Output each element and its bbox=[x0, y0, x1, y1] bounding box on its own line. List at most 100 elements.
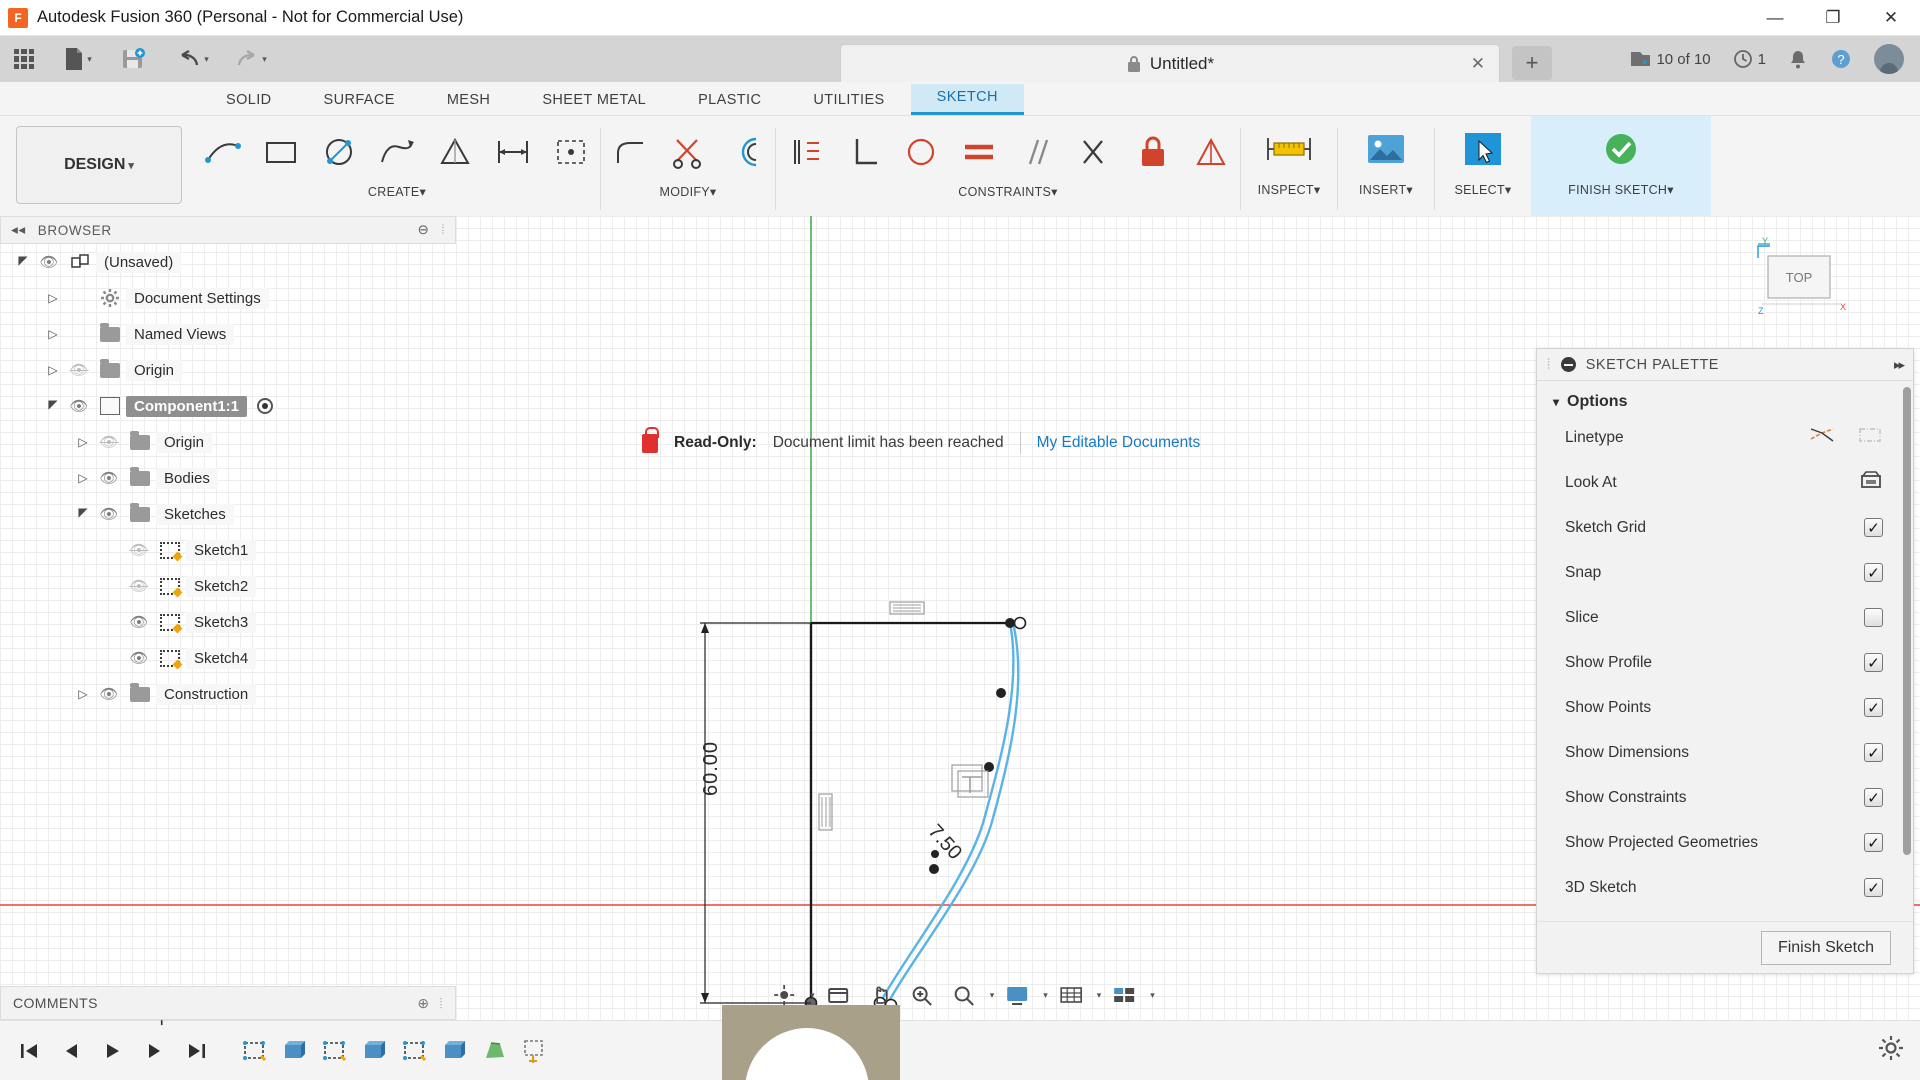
pan-button[interactable] bbox=[861, 978, 899, 1012]
ribbon-group-label-select[interactable]: SELECT▾ bbox=[1454, 182, 1511, 204]
timeline-play[interactable] bbox=[94, 1032, 132, 1070]
expander-open-icon[interactable]: ◢ bbox=[42, 399, 64, 413]
ribbon-group-label-create[interactable]: CREATE▾ bbox=[194, 184, 600, 206]
constraint-fix[interactable] bbox=[1124, 125, 1182, 179]
orbit-button[interactable] bbox=[765, 978, 803, 1012]
constraint-coincident[interactable] bbox=[776, 125, 834, 179]
tool-insert[interactable] bbox=[1362, 116, 1410, 182]
centerline-icon[interactable] bbox=[1857, 425, 1883, 450]
timeline-go-to-beginning[interactable] bbox=[10, 1032, 48, 1070]
redo-button[interactable]: ▾ bbox=[222, 42, 280, 76]
minimize-button[interactable]: — bbox=[1746, 0, 1804, 36]
browser-item-unsaved[interactable]: ◢👁(Unsaved) bbox=[0, 244, 456, 280]
eye-hidden-icon[interactable]: 👁 bbox=[94, 433, 124, 451]
eye-visible-icon[interactable]: 👁 bbox=[64, 397, 94, 415]
browser-item-bodies[interactable]: ▷👁Bodies bbox=[0, 460, 456, 496]
ribbon-group-label-finish-sketch[interactable]: FINISH SKETCH▾ bbox=[1568, 182, 1674, 204]
job-status-button[interactable]: 10 of 10 bbox=[1621, 42, 1718, 76]
expander-closed-icon[interactable]: ▷ bbox=[42, 363, 64, 377]
palette-row-show-projected-geometries[interactable]: Show Projected Geometries✓ bbox=[1537, 820, 1913, 865]
palette-section-options[interactable]: ▾ Options bbox=[1537, 381, 1913, 415]
minus-circle-icon[interactable]: ⊖ bbox=[417, 222, 429, 238]
constraint-tangent[interactable] bbox=[892, 125, 950, 179]
zoom-window-button[interactable] bbox=[945, 978, 983, 1012]
eye-hidden-icon[interactable]: 👁 bbox=[124, 577, 154, 595]
constraint-perpendicular[interactable] bbox=[834, 125, 892, 179]
timeline-feature-sketch1[interactable] bbox=[238, 1036, 272, 1066]
ribbon-group-label-inspect[interactable]: INSPECT▾ bbox=[1258, 182, 1321, 204]
palette-row-3d-sketch[interactable]: 3D Sketch✓ bbox=[1537, 865, 1913, 910]
tool-circle[interactable] bbox=[310, 125, 368, 179]
tool-rectangle[interactable] bbox=[252, 125, 310, 179]
checkbox-checked-icon[interactable]: ✓ bbox=[1864, 698, 1883, 717]
tool-line[interactable] bbox=[194, 125, 252, 179]
close-button[interactable]: ✕ bbox=[1862, 0, 1920, 36]
tool-arc[interactable] bbox=[368, 125, 426, 179]
tool-select[interactable] bbox=[1459, 116, 1507, 182]
browser-item-document-settings[interactable]: ▷Document Settings bbox=[0, 280, 456, 316]
browser-item-named-views[interactable]: ▷Named Views bbox=[0, 316, 456, 352]
timeline-feature-sketch2[interactable] bbox=[318, 1036, 352, 1066]
constraint-midpoint[interactable] bbox=[1066, 125, 1124, 179]
eye-visible-icon[interactable]: 👁 bbox=[94, 685, 124, 703]
account-button[interactable] bbox=[1866, 42, 1912, 76]
palette-row-sketch-grid[interactable]: Sketch Grid✓ bbox=[1537, 505, 1913, 550]
expander-closed-icon[interactable]: ▷ bbox=[72, 435, 94, 449]
recent-activity-button[interactable]: 1 bbox=[1725, 42, 1774, 76]
viewports-button[interactable] bbox=[1105, 978, 1143, 1012]
checkbox-checked-icon[interactable]: ✓ bbox=[1864, 518, 1883, 537]
palette-row-show-points[interactable]: Show Points✓ bbox=[1537, 685, 1913, 730]
checkbox-checked-icon[interactable]: ✓ bbox=[1864, 743, 1883, 762]
construction-line-icon[interactable] bbox=[1809, 425, 1835, 450]
add-comment-icon[interactable]: ⊕ bbox=[417, 995, 429, 1012]
eye-visible-icon[interactable]: 👁 bbox=[124, 649, 154, 667]
browser-item-sketch3[interactable]: 👁Sketch3 bbox=[0, 604, 456, 640]
timeline-feature-sketch4[interactable] bbox=[518, 1036, 552, 1066]
workspace-selector-button[interactable]: DESIGN ▾ bbox=[16, 126, 182, 204]
tool-finish-sketch[interactable] bbox=[1598, 116, 1644, 182]
finish-sketch-button[interactable]: Finish Sketch bbox=[1761, 931, 1891, 965]
tool-trim[interactable] bbox=[659, 125, 717, 179]
timeline-feature-extrude3[interactable] bbox=[438, 1036, 472, 1066]
my-editable-documents-link[interactable]: My Editable Documents bbox=[1037, 434, 1201, 452]
expander-open-icon[interactable]: ◢ bbox=[12, 255, 34, 269]
ribbon-group-label-constraints[interactable]: CONSTRAINTS▾ bbox=[776, 184, 1240, 206]
eye-visible-icon[interactable]: 👁 bbox=[124, 613, 154, 631]
ribbon-tab-solid[interactable]: SOLID bbox=[200, 87, 298, 115]
timeline-feature-loft[interactable] bbox=[478, 1036, 512, 1066]
tool-measure[interactable] bbox=[1260, 116, 1318, 182]
chevron-down-icon[interactable]: ▾ bbox=[1043, 990, 1048, 1001]
panel-grip[interactable]: ⦙ bbox=[441, 222, 445, 238]
panel-grip[interactable]: ⦙ bbox=[439, 995, 443, 1012]
zoom-button[interactable] bbox=[903, 978, 941, 1012]
timeline-feature-sketch3[interactable] bbox=[398, 1036, 432, 1066]
timeline-step-forward[interactable] bbox=[136, 1032, 174, 1070]
checkbox-checked-icon[interactable]: ✓ bbox=[1864, 653, 1883, 672]
activate-component-radio[interactable] bbox=[257, 398, 273, 414]
save-button[interactable] bbox=[108, 42, 158, 76]
chevron-down-icon[interactable]: ▾ bbox=[990, 990, 995, 1001]
browser-item-sketch2[interactable]: 👁Sketch2 bbox=[0, 568, 456, 604]
checkbox-unchecked-icon[interactable] bbox=[1864, 608, 1883, 627]
palette-scrollbar[interactable] bbox=[1903, 387, 1911, 855]
chevron-down-icon[interactable]: ▾ bbox=[1150, 990, 1155, 1001]
palette-row-snap[interactable]: Snap✓ bbox=[1537, 550, 1913, 595]
timeline-step-back[interactable] bbox=[52, 1032, 90, 1070]
panel-grip[interactable]: ⦙ bbox=[1547, 357, 1551, 373]
view-cube[interactable]: TOP Y X Z bbox=[1740, 236, 1860, 341]
expander-closed-icon[interactable]: ▷ bbox=[72, 687, 94, 701]
timeline-feature-extrude1[interactable] bbox=[278, 1036, 312, 1066]
eye-hidden-icon[interactable]: 👁 bbox=[64, 361, 94, 379]
browser-item-sketch4[interactable]: 👁Sketch4 bbox=[0, 640, 456, 676]
view-fit-button[interactable] bbox=[819, 978, 857, 1012]
browser-item-sketch1[interactable]: 👁Sketch1 bbox=[0, 532, 456, 568]
eye-hidden-icon[interactable]: 👁 bbox=[124, 541, 154, 559]
expand-icon[interactable]: ▸▸ bbox=[1894, 357, 1903, 373]
eye-visible-icon[interactable]: 👁 bbox=[94, 469, 124, 487]
browser-item-component1-1[interactable]: ◢👁Component1:1 bbox=[0, 388, 456, 424]
expander-closed-icon[interactable]: ▷ bbox=[42, 327, 64, 341]
browser-item-construction[interactable]: ▷👁Construction bbox=[0, 676, 456, 712]
dimension-label-60[interactable]: 60.00 bbox=[700, 741, 723, 796]
eye-visible-icon[interactable]: 👁 bbox=[34, 253, 64, 271]
checkbox-checked-icon[interactable]: ✓ bbox=[1864, 833, 1883, 852]
